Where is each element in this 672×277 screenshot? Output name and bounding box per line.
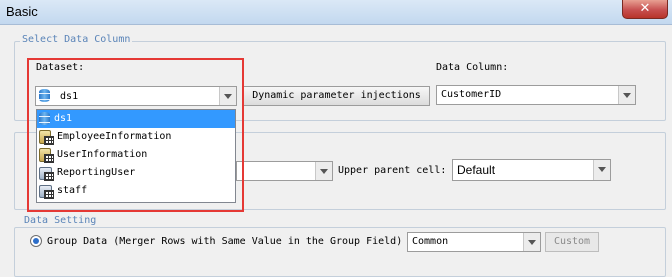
list-item[interactable]: EmployeeInformation <box>37 128 235 146</box>
query-table-icon <box>39 166 54 181</box>
dataset-dropdown-list: ds1 EmployeeInformation UserInformation … <box>36 109 236 203</box>
chevron-down-icon[interactable] <box>593 160 610 180</box>
select-data-column-legend: Select Data Column <box>20 34 133 45</box>
group-type-value: Common <box>412 236 449 247</box>
chevron-down-icon[interactable] <box>219 87 236 105</box>
upper-parent-cell-select[interactable]: Default <box>452 159 611 181</box>
chevron-down-icon[interactable] <box>523 233 540 251</box>
list-item[interactable]: ds1 <box>37 110 235 128</box>
list-item[interactable]: ReportingUser <box>37 164 235 182</box>
group-type-select[interactable]: Common <box>407 232 541 252</box>
upper-parent-cell-label: Upper parent cell: <box>338 165 447 176</box>
upper-parent-cell-value: Default <box>457 163 496 177</box>
list-item[interactable]: UserInformation <box>37 146 235 164</box>
window-title: Basic <box>6 4 38 19</box>
table-icon <box>39 129 54 145</box>
group-data-label: Group Data (Merger Rows with Same Value … <box>47 236 403 247</box>
chevron-down-icon[interactable] <box>618 86 635 104</box>
dynamic-parameter-injections-button[interactable]: Dynamic parameter injections <box>243 86 430 106</box>
list-item[interactable]: staff <box>37 182 235 200</box>
database-icon <box>39 111 50 125</box>
data-setting-legend: Data Setting <box>22 215 99 226</box>
close-button[interactable]: ✕ <box>622 0 668 19</box>
custom-button[interactable]: Custom <box>545 232 599 252</box>
query-table-icon <box>39 184 54 199</box>
table-icon <box>39 147 54 163</box>
group-data-radio[interactable] <box>30 235 42 247</box>
dataset-value: ds1 <box>39 89 78 102</box>
data-column-value: CustomerID <box>441 89 502 100</box>
database-icon <box>39 89 50 102</box>
dataset-select[interactable]: ds1 <box>35 86 237 106</box>
data-column-label: Data Column: <box>436 62 509 73</box>
title-bar: Basic ✕ <box>0 0 672 25</box>
dataset-label: Dataset: <box>36 62 85 73</box>
chevron-down-icon[interactable] <box>315 162 332 180</box>
left-parent-cell-select[interactable] <box>236 161 333 181</box>
close-icon: ✕ <box>639 1 651 16</box>
data-column-select[interactable]: CustomerID <box>436 85 636 105</box>
